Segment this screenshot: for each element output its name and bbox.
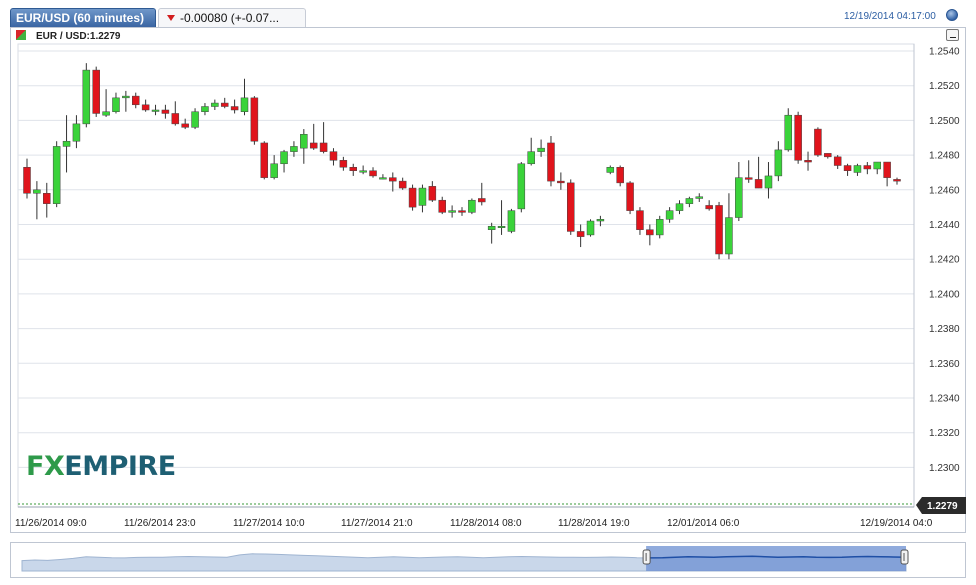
y-tick-label: 1.2540 bbox=[929, 47, 960, 58]
y-tick-label: 1.2480 bbox=[929, 151, 960, 162]
price-chart[interactable]: 1.2540 1.2520 1.2500 1.2480 1.2460 1.2440 1.24… bbox=[0, 0, 976, 585]
candle bbox=[626, 181, 634, 215]
y-tick-label: 1.2340 bbox=[929, 394, 960, 405]
candle bbox=[715, 201, 723, 260]
candle bbox=[517, 162, 526, 213]
y-tick-label: 1.2520 bbox=[929, 81, 960, 92]
x-tick-label: 11/26/2014 09:0 bbox=[15, 518, 87, 529]
y-tick-label: 1.2360 bbox=[929, 359, 960, 370]
candle bbox=[82, 63, 91, 128]
logo-fx: FX bbox=[26, 451, 65, 482]
last-price-marker: 1.2279 bbox=[916, 497, 966, 514]
x-tick-label: 12/01/2014 06:0 bbox=[667, 518, 740, 529]
y-axis-labels: 1.2540 1.2520 1.2500 1.2480 1.2460 1.2440 1.24… bbox=[929, 47, 960, 474]
navigator[interactable] bbox=[10, 542, 966, 578]
candle bbox=[52, 141, 61, 208]
y-tick-label: 1.2420 bbox=[929, 255, 960, 266]
candle bbox=[507, 208, 516, 234]
fxempire-logo: FXEMPIRE bbox=[26, 452, 176, 482]
x-tick-label: 11/26/2014 23:0 bbox=[124, 518, 196, 529]
y-tick-label: 1.2320 bbox=[929, 428, 960, 439]
candle bbox=[250, 96, 259, 145]
candle bbox=[92, 66, 100, 117]
candle bbox=[547, 136, 555, 187]
y-tick-label: 1.2400 bbox=[929, 289, 960, 300]
y-tick-label: 1.2380 bbox=[929, 324, 960, 335]
candle bbox=[260, 141, 269, 180]
candle bbox=[567, 179, 575, 235]
candle bbox=[586, 219, 595, 237]
y-tick-label: 1.2500 bbox=[929, 116, 960, 127]
x-tick-label: 11/27/2014 10:0 bbox=[233, 518, 305, 529]
x-tick-label: 11/27/2014 21:0 bbox=[341, 518, 413, 529]
candle bbox=[655, 215, 664, 239]
grid-lines bbox=[17, 43, 915, 508]
y-tick-label: 1.2460 bbox=[929, 185, 960, 196]
x-axis-labels: 11/26/2014 09:0 11/26/2014 23:0 11/27/2014… bbox=[15, 518, 933, 529]
y-tick-label: 1.2440 bbox=[929, 220, 960, 231]
y-tick-label: 1.2300 bbox=[929, 463, 960, 474]
x-tick-label: 12/19/2014 04:0 bbox=[860, 518, 933, 529]
x-tick-label: 11/28/2014 08:0 bbox=[450, 518, 522, 529]
last-price-label: 1.2279 bbox=[927, 501, 958, 512]
candle bbox=[408, 184, 417, 211]
candle bbox=[468, 198, 476, 215]
candle bbox=[814, 127, 822, 157]
candle bbox=[794, 111, 802, 164]
logo-empire: EMPIRE bbox=[64, 451, 176, 482]
x-tick-label: 11/28/2014 19:0 bbox=[558, 518, 630, 529]
